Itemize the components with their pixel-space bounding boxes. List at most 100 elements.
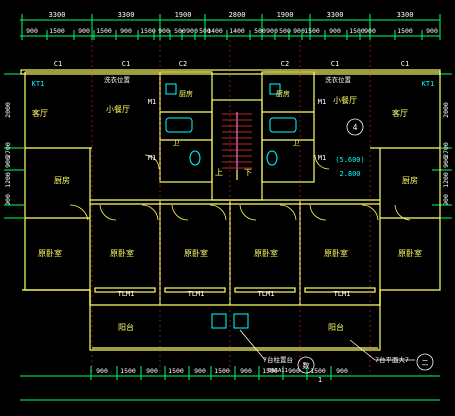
top-dimension-label: 1900: [277, 11, 294, 19]
right-dimension-label: 900: [442, 194, 450, 206]
right-dimension-label: 2000: [442, 102, 450, 118]
elevation-label: 2.800: [339, 170, 360, 178]
floor-plan-drawing: 3300 3300 1900 2800 1900 3300 3300 900 1500 900 1…: [0, 0, 455, 412]
note-label: 1: [318, 376, 322, 384]
bottom-dimension-label: 1500: [168, 367, 184, 375]
exterior-walls: [20, 69, 441, 351]
top-dimension-label: 900: [158, 27, 170, 35]
window-tag: C2: [179, 60, 187, 68]
axis-bubble-label: 数: [303, 361, 310, 370]
bottom-dimension-label: 900: [288, 367, 300, 375]
top-dimension-label: 3300: [49, 11, 66, 19]
top-dimension-label: 3300: [397, 11, 414, 19]
room-label: 小餐厅: [106, 105, 130, 114]
fixtures: [165, 83, 297, 329]
room-label: 阳台: [118, 322, 134, 332]
room-label: 小餐厅: [333, 96, 357, 105]
top-dimension-label: 1500: [349, 27, 365, 35]
annotation-label: KT1: [32, 80, 45, 88]
room-label: 厨房: [276, 89, 290, 98]
top-dimension-label: 2800: [229, 11, 246, 19]
top-dimension-label: 3300: [118, 11, 135, 19]
right-dimension-label: 900: [442, 156, 450, 168]
window-tag: C1: [54, 60, 62, 68]
top-dimension-label: 1400: [229, 27, 245, 35]
window-tag: TLM1: [258, 290, 275, 298]
room-label: 卫: [293, 139, 300, 147]
room-label: 原卧室: [254, 248, 278, 258]
window-tag: C1: [401, 60, 409, 68]
stair-down-label: 下: [244, 168, 252, 177]
door-tag: M1: [318, 98, 326, 106]
room-label: 原卧室: [398, 248, 422, 258]
axis-bubble-label: 4: [353, 123, 358, 132]
top-dimension-label: 900: [364, 27, 376, 35]
left-dimension-label: 900: [4, 194, 12, 206]
room-label: 客厅: [392, 108, 408, 118]
elevation-label: (5.600): [335, 156, 365, 164]
bottom-dimension-label: 900: [194, 367, 206, 375]
top-dimension-row-2: 9001500900150090015009005009005001400140…: [21, 27, 438, 40]
top-dimension-label: 900: [120, 27, 132, 35]
bottom-dimension-label: 1500: [120, 367, 136, 375]
window-tag: TLM1: [334, 290, 351, 298]
note-label: 7台平面大7: [375, 355, 409, 364]
top-dimension-label: 1900: [175, 11, 192, 19]
right-dimension-column: 200027009001200900: [432, 73, 452, 219]
room-label: 原卧室: [184, 248, 208, 258]
room-label: 阳台: [328, 322, 344, 332]
room-label: 卫: [173, 139, 180, 147]
note-label: 7台柱置台: [263, 355, 293, 364]
room-label: 原卧室: [324, 248, 348, 258]
window-tag: C1: [122, 60, 130, 68]
room-label: 厨房: [54, 175, 70, 185]
top-dimension-label: 900: [293, 27, 305, 35]
bottom-dimension-label: 900: [96, 367, 108, 375]
door-tag: M1: [148, 154, 156, 162]
axis-bubble-label: 二: [422, 359, 429, 367]
stair-treads: [222, 112, 252, 170]
right-dimension-label: 2700: [442, 142, 450, 158]
room-label: 厨房: [179, 89, 193, 98]
door-tag: M1: [318, 154, 326, 162]
washer-location-label: 洗衣位置: [325, 75, 352, 84]
annotation-label: KT1: [422, 80, 435, 88]
top-dimension-label: 900: [266, 27, 278, 35]
top-dimension-label: 900: [426, 27, 438, 35]
left-dimension-column: 200027009001200900: [4, 73, 24, 219]
room-label: 客厅: [32, 108, 48, 118]
window-tag: C1: [331, 60, 339, 68]
stair-up-label: 上: [215, 168, 223, 177]
left-dimension-label: 2000: [4, 102, 12, 118]
top-dimension-label: 900: [78, 27, 90, 35]
bottom-dimension-label: 900: [146, 367, 158, 375]
room-label: 原卧室: [110, 248, 134, 258]
room-label: 原卧室: [38, 248, 62, 258]
top-dimension-label: 1500: [49, 27, 65, 35]
note-label: B6SA11: [268, 368, 288, 374]
window-tag: TLM1: [118, 290, 135, 298]
bottom-dimension-label: 1500: [214, 367, 230, 375]
door-tag: M1: [148, 98, 156, 106]
top-dimension-label: 900: [186, 27, 198, 35]
window-tag: TLM1: [188, 290, 205, 298]
left-dimension-label: 900: [4, 156, 12, 168]
left-dimension-label: 2700: [4, 142, 12, 158]
door-swings: [69, 154, 411, 221]
left-dimension-label: 1200: [4, 172, 12, 188]
bottom-dimension-label: 900: [240, 367, 252, 375]
top-dimension-label: 1500: [96, 27, 112, 35]
top-dimension-label: 3300: [327, 11, 344, 19]
top-dimension-label: 1500: [304, 27, 320, 35]
top-dimension-label: 500: [174, 27, 186, 35]
top-dimension-label: 500: [254, 27, 266, 35]
window-tag: C2: [281, 60, 289, 68]
top-dimension-label: 900: [26, 27, 38, 35]
room-label: 厨房: [402, 175, 418, 185]
bottom-dimension-label: 1500: [310, 367, 326, 375]
top-dimension-label: 1400: [207, 27, 223, 35]
floor-plan-svg: 3300 3300 1900 2800 1900 3300 3300 900 1500 900 1…: [4, 11, 452, 401]
right-dimension-label: 1200: [442, 172, 450, 188]
washer-location-label: 洗衣位置: [104, 75, 131, 84]
top-dimension-label: 900: [329, 27, 341, 35]
